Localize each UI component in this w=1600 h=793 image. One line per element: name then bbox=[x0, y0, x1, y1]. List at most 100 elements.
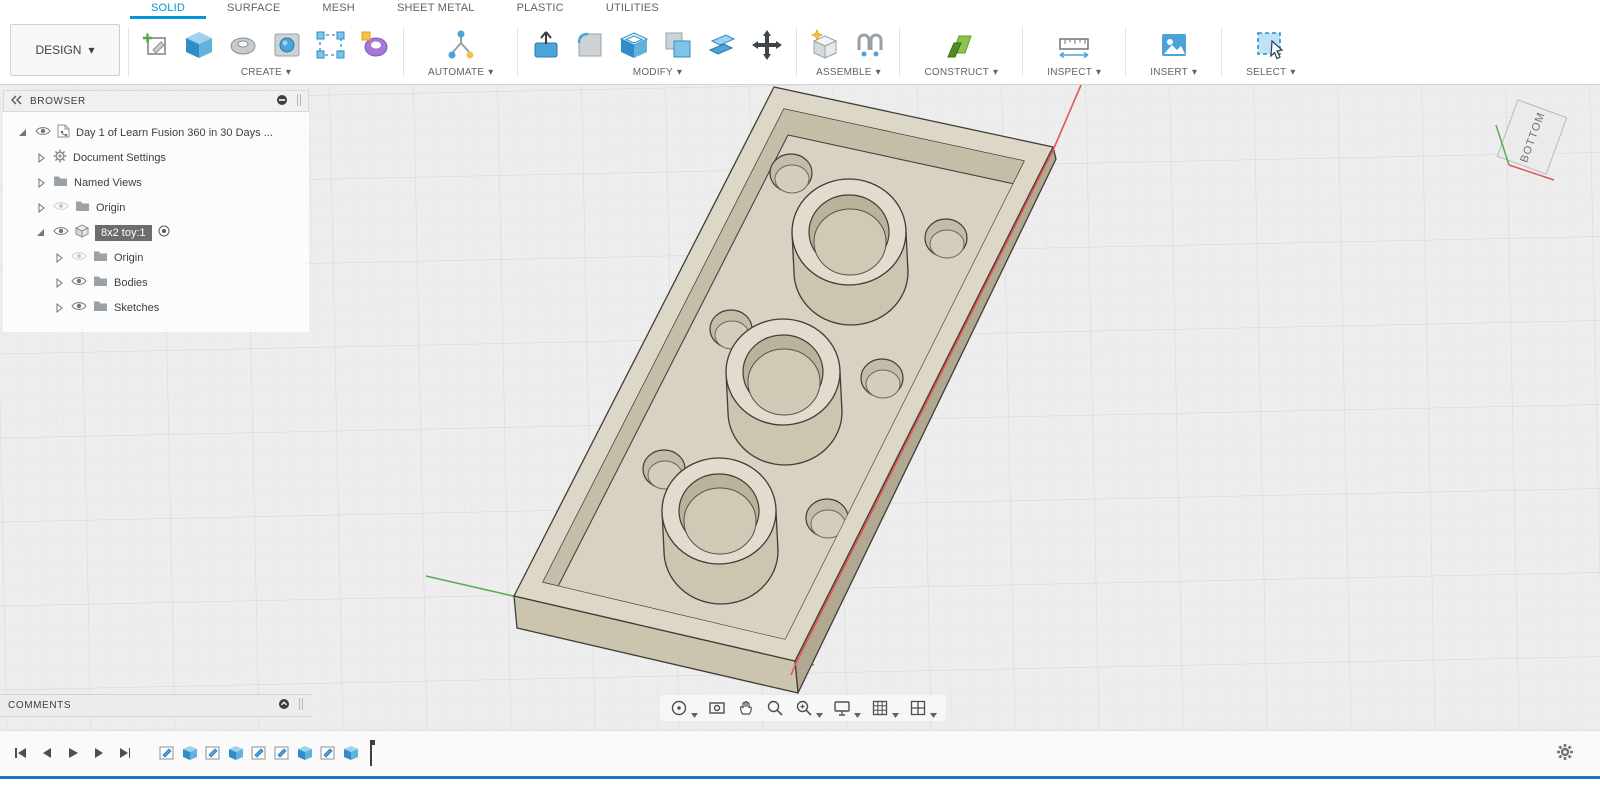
select-menu[interactable]: SELECT▾ bbox=[1246, 67, 1295, 82]
visibility-eye-icon[interactable] bbox=[35, 125, 51, 140]
combine-icon[interactable] bbox=[660, 27, 696, 63]
tree-item-origin-child[interactable]: Origin bbox=[3, 245, 309, 270]
fillet-icon[interactable] bbox=[572, 27, 608, 63]
press-pull-icon[interactable] bbox=[528, 27, 564, 63]
visibility-eye-icon[interactable] bbox=[71, 275, 87, 290]
timeline-extrude-icon[interactable] bbox=[181, 744, 199, 762]
display-settings-icon[interactable] bbox=[829, 696, 864, 720]
tree-item-bodies[interactable]: Bodies bbox=[3, 270, 309, 295]
timeline-sketch-icon[interactable] bbox=[273, 744, 291, 762]
timeline-sketch-icon[interactable] bbox=[204, 744, 222, 762]
expander-collapsed-icon[interactable] bbox=[53, 278, 65, 288]
offset-face-icon[interactable] bbox=[704, 27, 740, 63]
fit-icon[interactable] bbox=[791, 696, 826, 720]
timeline-position-marker[interactable] bbox=[365, 738, 377, 768]
tube[interactable] bbox=[726, 319, 842, 465]
configure-icon[interactable] bbox=[442, 26, 480, 64]
rectangular-pattern-icon[interactable] bbox=[313, 27, 349, 63]
tree-item-root[interactable]: Day 1 of Learn Fusion 360 in 30 Days ... bbox=[3, 120, 309, 145]
expander-collapsed-icon[interactable] bbox=[53, 253, 65, 263]
tube[interactable] bbox=[662, 458, 778, 604]
tab-mesh[interactable]: MESH bbox=[301, 0, 376, 19]
hole-icon[interactable] bbox=[269, 27, 305, 63]
tab-solid[interactable]: SOLID bbox=[130, 0, 206, 19]
skip-to-start-button[interactable] bbox=[8, 741, 32, 765]
new-component-icon[interactable] bbox=[807, 27, 843, 63]
timeline-sketch-icon[interactable] bbox=[158, 744, 176, 762]
panel-grip-icon[interactable] bbox=[296, 93, 302, 110]
dropdown-caret-icon: ▾ bbox=[876, 67, 881, 78]
panel-grip-icon[interactable] bbox=[298, 697, 304, 714]
timeline-extrude-icon[interactable] bbox=[296, 744, 314, 762]
inspect-menu[interactable]: INSPECT▾ bbox=[1047, 67, 1101, 82]
construction-plane-icon[interactable] bbox=[942, 26, 980, 64]
design-menu-button[interactable]: DESIGN ▾ bbox=[10, 24, 120, 76]
3d-viewport[interactable]: BROWSER Day 1 of Learn Fusion 360 in 30 … bbox=[0, 85, 1600, 730]
extrude-icon[interactable] bbox=[181, 27, 217, 63]
timeline-sketch-icon[interactable] bbox=[319, 744, 337, 762]
timeline-settings-gear-icon[interactable] bbox=[1556, 743, 1574, 761]
activate-component-radio[interactable] bbox=[158, 225, 170, 240]
tube[interactable] bbox=[792, 179, 908, 325]
step-back-button[interactable] bbox=[34, 741, 58, 765]
dropdown-caret-icon: ▾ bbox=[88, 43, 94, 57]
expander-expanded-icon[interactable] bbox=[35, 228, 47, 238]
shell-icon[interactable] bbox=[616, 27, 652, 63]
tab-utilities[interactable]: UTILITIES bbox=[585, 0, 680, 19]
minimize-panel-icon[interactable] bbox=[276, 94, 288, 109]
automate-menu[interactable]: AUTOMATE▾ bbox=[428, 67, 493, 82]
look-at-icon[interactable] bbox=[704, 696, 730, 720]
pan-hand-icon[interactable] bbox=[733, 696, 759, 720]
skip-to-end-button[interactable] bbox=[112, 741, 136, 765]
dropdown-caret-icon: ▾ bbox=[1290, 67, 1295, 78]
revolve-icon[interactable] bbox=[225, 27, 261, 63]
insert-image-icon[interactable] bbox=[1156, 27, 1192, 63]
grid-and-snaps-icon[interactable] bbox=[867, 696, 902, 720]
step-forward-button[interactable] bbox=[86, 741, 110, 765]
tree-item-sketches[interactable]: Sketches bbox=[3, 295, 309, 320]
timeline-extrude-icon[interactable] bbox=[227, 744, 245, 762]
visibility-eye-hidden-icon[interactable] bbox=[71, 250, 87, 265]
coil-icon[interactable] bbox=[357, 27, 393, 63]
viewports-icon[interactable] bbox=[905, 696, 940, 720]
expander-collapsed-icon[interactable] bbox=[53, 303, 65, 313]
view-cube[interactable]: BOTTOM bbox=[1474, 85, 1594, 205]
tab-plastic[interactable]: PLASTIC bbox=[496, 0, 585, 19]
tab-surface[interactable]: SURFACE bbox=[206, 0, 301, 19]
move-copy-icon[interactable] bbox=[748, 26, 786, 64]
tree-item-label: Origin bbox=[96, 202, 125, 214]
assemble-menu[interactable]: ASSEMBLE▾ bbox=[816, 67, 881, 82]
zoom-icon[interactable] bbox=[762, 696, 788, 720]
create-menu[interactable]: CREATE▾ bbox=[241, 67, 291, 82]
dropdown-caret-icon bbox=[892, 713, 899, 718]
expander-collapsed-icon[interactable] bbox=[35, 203, 47, 213]
construct-menu[interactable]: CONSTRUCT▾ bbox=[924, 67, 998, 82]
orbit-icon[interactable] bbox=[666, 696, 701, 720]
tree-item-component-8x2-toy[interactable]: 8x2 toy:1 bbox=[3, 220, 309, 245]
expand-comments-icon[interactable] bbox=[278, 698, 290, 713]
visibility-eye-icon[interactable] bbox=[53, 225, 69, 240]
play-button[interactable] bbox=[60, 741, 84, 765]
tree-item-label: Named Views bbox=[74, 177, 142, 189]
modify-menu[interactable]: MODIFY▾ bbox=[633, 67, 682, 82]
comments-bar[interactable]: COMMENTS bbox=[0, 694, 312, 717]
tab-sheet-metal[interactable]: SHEET METAL bbox=[376, 0, 496, 19]
tree-item-label: Day 1 of Learn Fusion 360 in 30 Days ... bbox=[76, 127, 273, 139]
browser-header[interactable]: BROWSER bbox=[3, 90, 309, 112]
timeline-extrude-icon[interactable] bbox=[342, 744, 360, 762]
visibility-eye-icon[interactable] bbox=[71, 300, 87, 315]
insert-menu[interactable]: INSERT▾ bbox=[1150, 67, 1197, 82]
create-sketch-icon[interactable] bbox=[139, 28, 173, 62]
tree-item-named-views[interactable]: Named Views bbox=[3, 170, 309, 195]
expander-collapsed-icon[interactable] bbox=[35, 153, 47, 163]
expander-expanded-icon[interactable] bbox=[17, 128, 29, 138]
measure-icon[interactable] bbox=[1054, 26, 1094, 64]
tree-item-document-settings[interactable]: Document Settings bbox=[3, 145, 309, 170]
expander-collapsed-icon[interactable] bbox=[35, 178, 47, 188]
joint-icon[interactable] bbox=[851, 26, 889, 64]
timeline-sketch-icon[interactable] bbox=[250, 744, 268, 762]
collapse-left-icon[interactable] bbox=[10, 95, 22, 108]
tree-item-origin[interactable]: Origin bbox=[3, 195, 309, 220]
select-cursor-icon[interactable] bbox=[1253, 27, 1289, 63]
visibility-eye-hidden-icon[interactable] bbox=[53, 200, 69, 215]
